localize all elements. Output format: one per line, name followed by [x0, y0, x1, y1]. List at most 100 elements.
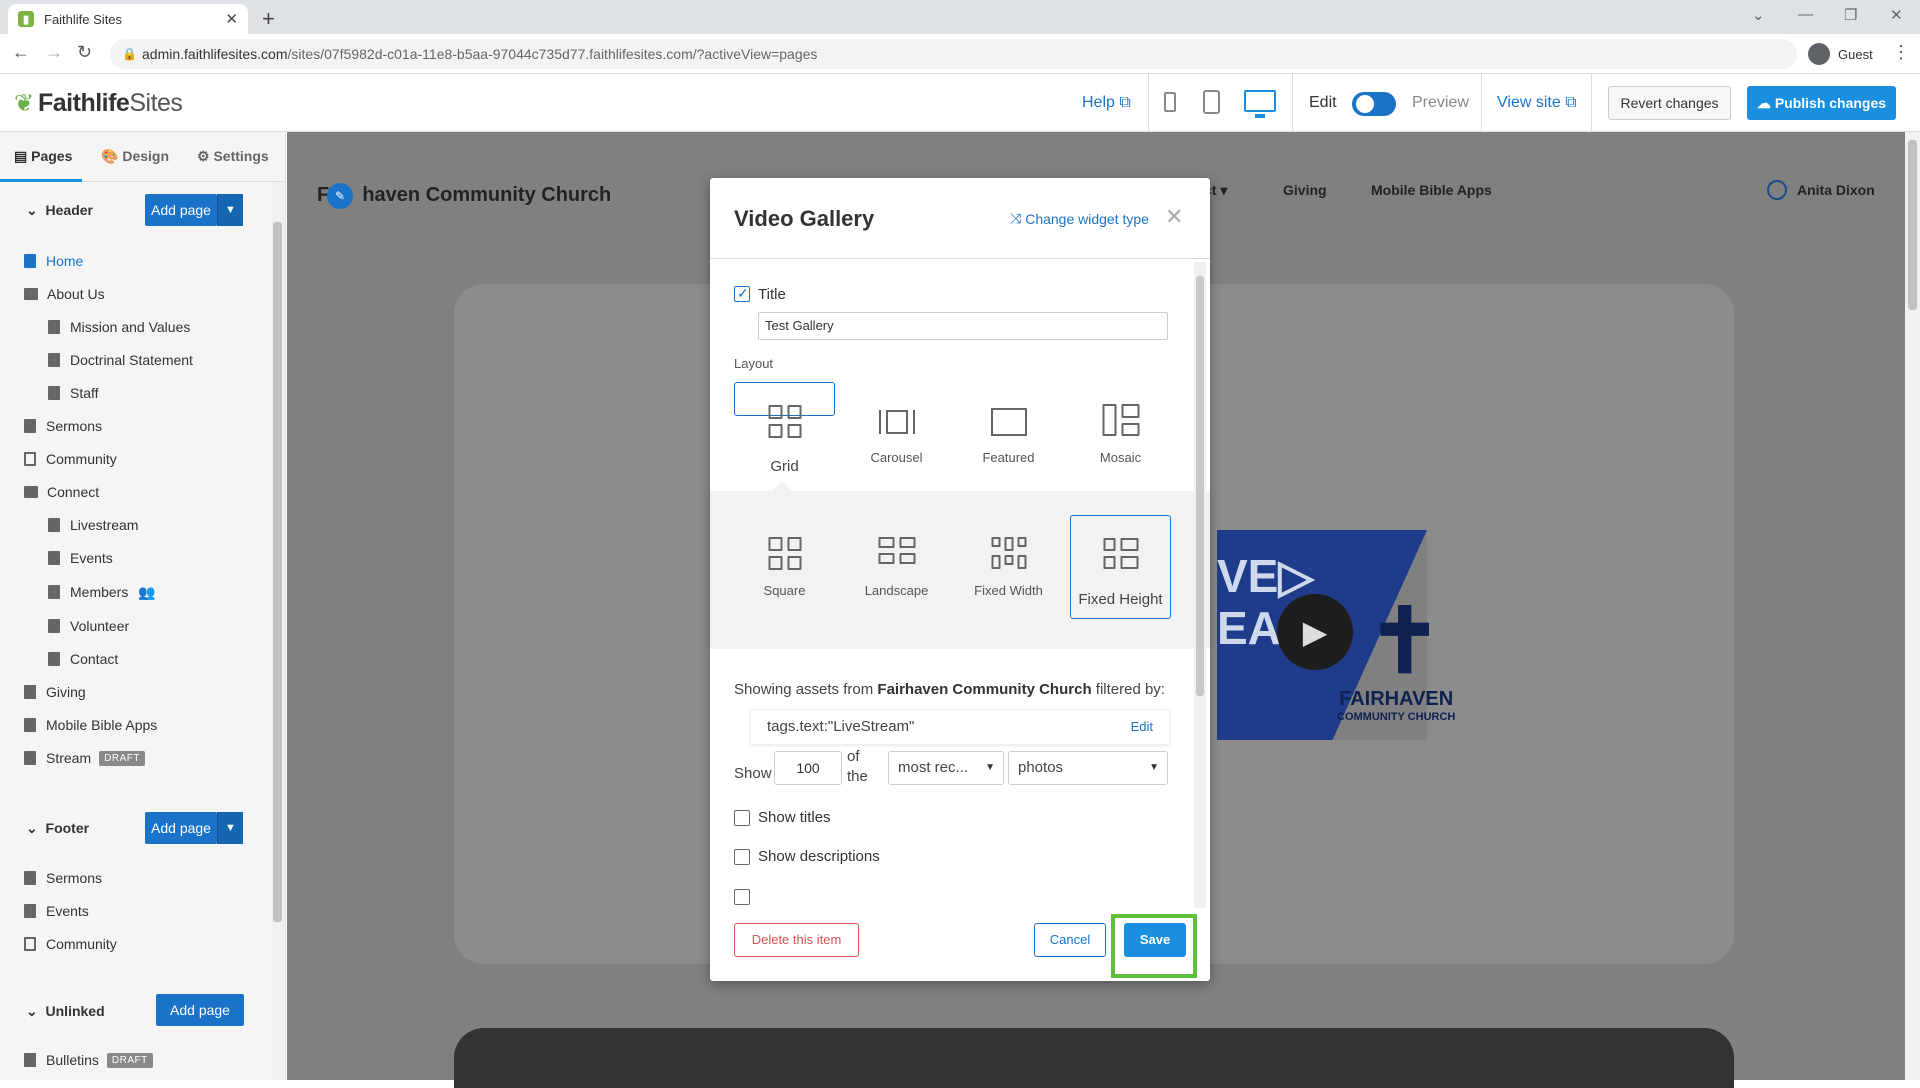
show-count-input[interactable]: 100: [774, 751, 842, 785]
header-section-toggle[interactable]: ⌄ Header: [26, 202, 93, 219]
dialog-scrollbar-thumb[interactable]: [1196, 276, 1204, 696]
cancel-button[interactable]: Cancel: [1034, 923, 1106, 957]
sidebar-item-stream[interactable]: Stream DRAFT: [24, 748, 145, 768]
new-tab-icon[interactable]: +: [262, 6, 275, 32]
layout-option-label: Featured: [982, 450, 1035, 465]
add-page-dropdown-icon[interactable]: ▼: [217, 812, 243, 844]
faithlife-leaf-icon: ❦: [14, 89, 34, 117]
add-unlinked-page-button[interactable]: Add page: [156, 994, 244, 1026]
tab-pages[interactable]: ▤ Pages: [14, 148, 72, 165]
sidebar-item-livestream[interactable]: Livestream: [48, 515, 138, 535]
sidebar-item-members[interactable]: Members 👥: [48, 582, 156, 602]
tab-pages-label: Pages: [31, 148, 73, 164]
add-page-dropdown-icon[interactable]: ▼: [217, 194, 243, 226]
browser-menu-icon[interactable]: ⋮: [1892, 42, 1910, 63]
site-title[interactable]: Fahaven Community Church: [317, 184, 611, 207]
sidebar-item-footer-events[interactable]: Events: [24, 901, 89, 921]
back-icon[interactable]: ←: [12, 42, 30, 63]
tab-settings-label: Settings: [213, 148, 269, 164]
sidebar-item-mobile-bible-apps[interactable]: Mobile Bible Apps: [24, 715, 157, 735]
publish-changes-button[interactable]: ☁ Publish changes: [1747, 86, 1896, 120]
forward-icon[interactable]: →: [45, 42, 63, 63]
sidebar-item-contact[interactable]: Contact: [48, 649, 118, 669]
sort-select[interactable]: most rec... ▼: [888, 751, 1004, 785]
tab-settings[interactable]: ⚙ Settings: [197, 148, 269, 165]
user-menu[interactable]: Anita Dixon: [1767, 180, 1875, 200]
url-field[interactable]: 🔒 admin.faithlifesites.com/sites/07f5982d…: [110, 39, 1797, 69]
sidebar-item-mission-and-values[interactable]: Mission and Values: [48, 317, 190, 337]
tab-design[interactable]: 🎨 Design: [101, 148, 169, 165]
filter-query: tags.text:"LiveStream": [767, 718, 915, 735]
grid-style-fixed-height[interactable]: Fixed Height: [1070, 515, 1171, 619]
page-scrollbar-thumb[interactable]: [1908, 140, 1917, 310]
edit-filter-link[interactable]: Edit: [1131, 710, 1153, 744]
sidebar-item-doctrinal-statement[interactable]: Doctrinal Statement: [48, 350, 193, 370]
sidebar-item-sermons[interactable]: Sermons: [24, 416, 102, 436]
layout-option-grid[interactable]: Grid: [734, 382, 835, 475]
grid-style-label: Square: [763, 583, 806, 598]
close-tab-icon[interactable]: ✕: [225, 10, 238, 28]
title-checkbox[interactable]: [734, 285, 750, 302]
show-descriptions-checkbox[interactable]: [734, 849, 750, 865]
nav-mobile-bible-apps[interactable]: Mobile Bible Apps: [1371, 182, 1492, 198]
user-icon: [1767, 180, 1787, 200]
edit-preview-toggle[interactable]: [1352, 92, 1396, 116]
layout-option-mosaic[interactable]: Mosaic: [1070, 382, 1171, 486]
divider: [1292, 74, 1293, 132]
browser-tab[interactable]: ▮ Faithlife Sites ✕: [8, 4, 248, 34]
grid-style-landscape[interactable]: Landscape: [846, 515, 947, 619]
faithlife-sites-logo[interactable]: ❦ Faithlife Sites: [14, 89, 183, 118]
reload-icon[interactable]: ↻: [77, 42, 92, 63]
sidebar-item-staff[interactable]: Staff: [48, 383, 99, 403]
add-header-page-button[interactable]: Add page: [145, 194, 217, 226]
layout-option-featured[interactable]: Featured: [958, 382, 1059, 486]
sidebar-item-bulletins[interactable]: Bulletins DRAFT: [24, 1050, 153, 1070]
revert-changes-button[interactable]: Revert changes: [1608, 86, 1731, 120]
save-button[interactable]: Save: [1124, 923, 1186, 957]
close-window-icon[interactable]: ✕: [1890, 6, 1903, 24]
asset-type-select[interactable]: photos ▼: [1008, 751, 1168, 785]
footer-section-toggle[interactable]: ⌄ Footer: [26, 820, 89, 837]
close-icon[interactable]: ✕: [1165, 204, 1183, 230]
tablet-view-icon[interactable]: [1203, 90, 1220, 114]
sidebar-item-volunteer[interactable]: Volunteer: [48, 616, 129, 636]
change-widget-type-link[interactable]: ⤨ Change widget type: [1010, 210, 1149, 227]
divider: [1481, 74, 1482, 132]
page-label: Members: [70, 584, 129, 600]
sidebar-item-footer-community[interactable]: Community: [24, 934, 117, 954]
sidebar-item-footer-sermons[interactable]: Sermons: [24, 868, 102, 888]
sidebar-item-giving[interactable]: Giving: [24, 682, 86, 702]
page-icon: [48, 518, 60, 532]
layout-option-label: Carousel: [870, 450, 923, 465]
page-label: Staff: [70, 385, 99, 401]
minimize-icon[interactable]: —: [1798, 6, 1813, 23]
delete-item-button[interactable]: Delete this item: [734, 923, 859, 957]
nav-giving[interactable]: Giving: [1283, 182, 1327, 198]
desktop-view-icon[interactable]: [1244, 90, 1276, 118]
title-input[interactable]: Test Gallery: [758, 312, 1168, 340]
featured-icon: [990, 408, 1027, 436]
mosaic-icon: [1102, 404, 1139, 436]
sidebar-item-events[interactable]: Events: [48, 548, 113, 568]
profile-button[interactable]: Guest: [1808, 42, 1873, 66]
grid-style-square[interactable]: Square: [734, 515, 835, 619]
sidebar-item-community[interactable]: Community: [24, 449, 117, 469]
play-icon[interactable]: ▶: [1277, 594, 1353, 670]
restore-icon[interactable]: ❐: [1844, 6, 1857, 24]
grid-style-fixed-width[interactable]: Fixed Width: [958, 515, 1059, 619]
layout-option-carousel[interactable]: Carousel: [846, 382, 947, 486]
show-titles-checkbox[interactable]: [734, 810, 750, 826]
sidebar-item-home[interactable]: Home: [24, 251, 83, 271]
sidebar-item-about-us[interactable]: About Us: [24, 284, 105, 304]
edit-pencil-icon[interactable]: ✎: [327, 183, 353, 209]
tab-search-icon[interactable]: ⌄: [1752, 6, 1765, 24]
next-option-checkbox[interactable]: [734, 889, 750, 905]
sidebar-scrollbar-thumb[interactable]: [273, 222, 282, 922]
swap-icon: ⤨: [1010, 210, 1022, 226]
help-link[interactable]: Help ⧉: [1082, 94, 1131, 112]
sidebar-item-connect[interactable]: Connect: [24, 482, 99, 502]
add-footer-page-button[interactable]: Add page: [145, 812, 217, 844]
phone-view-icon[interactable]: [1164, 92, 1176, 112]
unlinked-section-toggle[interactable]: ⌄ Unlinked: [26, 1003, 105, 1020]
view-site-link[interactable]: View site ⧉: [1497, 94, 1577, 112]
